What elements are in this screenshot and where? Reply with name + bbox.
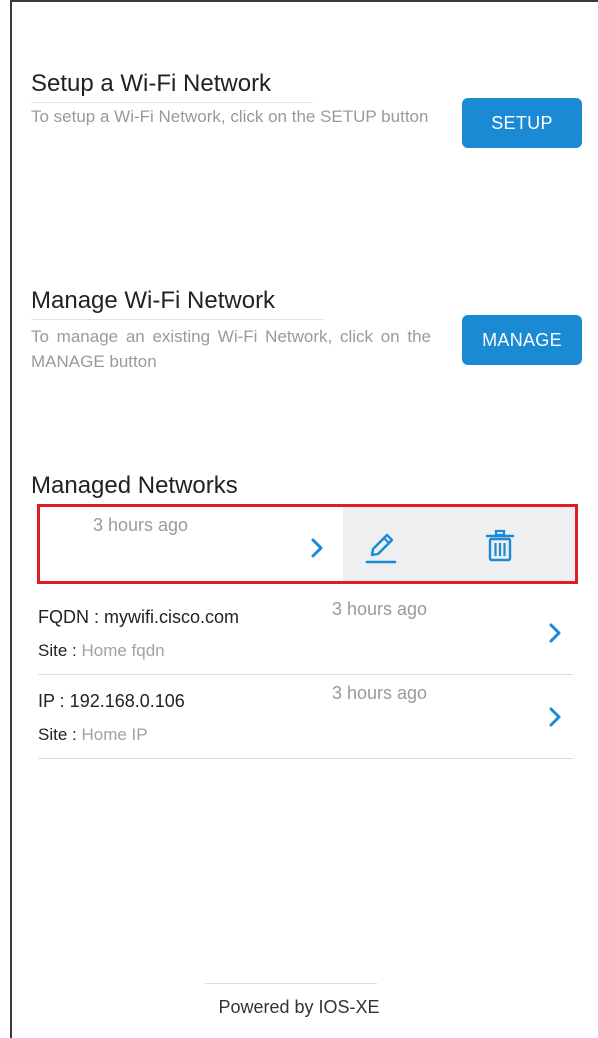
manage-button[interactable]: MANAGE — [462, 315, 582, 365]
footer-text: Powered by IOS-XE — [218, 997, 380, 1017]
site-value: Home fqdn — [81, 641, 165, 660]
trash-icon[interactable] — [485, 529, 515, 563]
manage-section-description: To manage an existing Wi-Fi Network, cli… — [31, 327, 431, 371]
swiped-row-timestamp: 3 hours ago — [93, 515, 189, 535]
network-row-fqdn[interactable]: FQDN : mywifi.cisco.com Site : Home fqdn… — [38, 590, 573, 675]
setup-section-title: Setup a Wi-Fi Network — [31, 70, 313, 103]
swiped-network-row[interactable]: 3 hours ago — [37, 504, 578, 584]
footer-divider — [205, 983, 377, 984]
managed-networks-title: Managed Networks — [31, 472, 238, 499]
setup-section-description: To setup a Wi-Fi Network, click on the S… — [31, 107, 429, 126]
network-row-site: Site : Home IP — [38, 725, 148, 745]
pencil-icon[interactable] — [363, 528, 399, 566]
site-label: Site : — [38, 725, 77, 744]
network-row-site: Site : Home fqdn — [38, 641, 165, 661]
frame-border-top — [10, 0, 598, 2]
network-row-timestamp: 3 hours ago — [332, 599, 428, 619]
site-label: Site : — [38, 641, 77, 660]
site-value: Home IP — [81, 725, 148, 744]
app-screen: Setup a Wi-Fi Network To setup a Wi-Fi N… — [0, 0, 598, 1038]
chevron-right-icon[interactable] — [544, 706, 566, 728]
swipe-actions-panel — [343, 507, 575, 581]
network-row-identifier: FQDN : mywifi.cisco.com — [38, 607, 240, 627]
manage-section-title: Manage Wi-Fi Network — [31, 287, 324, 320]
setup-button[interactable]: SETUP — [462, 98, 582, 148]
chevron-right-icon[interactable] — [544, 622, 566, 644]
network-row-ip[interactable]: IP : 192.168.0.106 Site : Home IP 3 hour… — [38, 674, 573, 759]
chevron-right-icon[interactable] — [306, 537, 328, 559]
network-row-timestamp: 3 hours ago — [332, 683, 428, 703]
frame-border-left — [10, 0, 12, 1038]
network-row-identifier: IP : 192.168.0.106 — [38, 691, 185, 711]
